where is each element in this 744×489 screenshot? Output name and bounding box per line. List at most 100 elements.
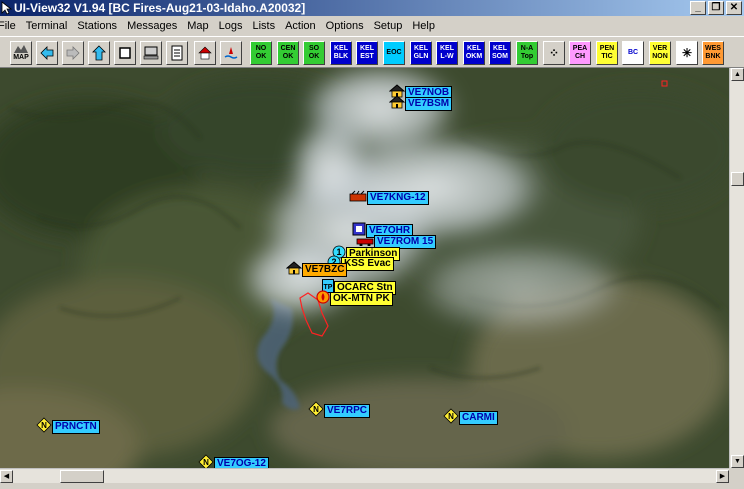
svg-text:N: N (41, 421, 47, 430)
stations-button[interactable] (194, 41, 216, 65)
toolbar-shortcut-button-18[interactable]: WES BNK (702, 41, 724, 65)
n-diamond-icon: N (36, 417, 52, 436)
scroll-right-icon[interactable]: ▶ (716, 470, 729, 483)
terminal-button[interactable] (140, 41, 162, 65)
dots-pattern-icon: ⁘ (548, 46, 560, 60)
back-button[interactable] (36, 41, 58, 65)
toolbar-shortcut-label: BC (627, 49, 639, 56)
station-ve7rpc[interactable]: N VE7RPC (308, 401, 371, 420)
horizontal-scroll-thumb[interactable] (60, 470, 104, 483)
menu-stations[interactable]: Stations (72, 16, 122, 36)
menu-messages[interactable]: Messages (122, 16, 182, 36)
forward-button[interactable] (62, 41, 84, 65)
toolbar-shortcut-button-2[interactable]: CEN OK (277, 41, 299, 65)
n-diamond-icon: N (308, 401, 324, 420)
horizontal-scrollbar[interactable]: ◀ ▶ (0, 468, 729, 483)
fire-icon (316, 290, 330, 307)
map-select-button[interactable]: MAP (10, 41, 32, 65)
station-label: OK-MTN PK (330, 291, 393, 306)
toolbar-shortcut-button-12[interactable]: ⁘ (543, 41, 565, 65)
toolbar-shortcut-button-1[interactable]: NO OK (250, 41, 272, 65)
tower-icon (349, 190, 367, 205)
toolbar-shortcut-button-4[interactable]: KEL BLK (330, 41, 352, 65)
station-ve7bsm[interactable]: VE7BSM (388, 95, 453, 112)
menu-lists[interactable]: Lists (247, 16, 280, 36)
minimize-button[interactable]: _ (690, 1, 706, 15)
cursor-arrow-icon (1, 1, 13, 15)
toolbar-shortcut-button-16[interactable]: VER NON (649, 41, 671, 65)
map-view[interactable]: VE7NOB VE7BSM VE7KNG-12 VE7OHR VE7ROM 15 1 Par… (0, 68, 729, 468)
toolbar-shortcut-label: KEL SOM (492, 45, 508, 60)
menu-help[interactable]: Help (407, 16, 440, 36)
scroll-left-icon[interactable]: ◀ (0, 470, 13, 483)
toolbar-shortcut-button-9[interactable]: KEL OKM (463, 41, 485, 65)
scroll-up-icon[interactable]: ▲ (731, 68, 744, 81)
menu-map[interactable]: Map (182, 16, 213, 36)
house-icon (388, 95, 406, 112)
square-icon (119, 47, 131, 59)
toolbar-shortcut-button-6[interactable]: EOC (383, 41, 405, 65)
station-ve7bzc[interactable]: VE7BZC (285, 261, 348, 278)
station-ve7og[interactable]: N VE7OG-12 (198, 454, 269, 468)
toolbar-shortcut-label: CEN OK (280, 45, 296, 60)
title-bar: UI-View32 V1.94 [BC Fires-Aug21-03-Idaho… (0, 0, 744, 16)
toolbar-shortcut-label: VER NON (652, 45, 668, 60)
window-button[interactable] (114, 41, 136, 65)
status-strip (0, 483, 744, 489)
toolbar-shortcut-button-8[interactable]: KEL L-W (436, 41, 458, 65)
toolbar-shortcut-button-13[interactable]: PEA CH (569, 41, 591, 65)
vertical-scrollbar[interactable]: ▲ ▼ (729, 68, 744, 468)
menu-bar: File Terminal Stations Messages Map Logs… (0, 16, 744, 36)
toolbar-shortcut-button-7[interactable]: KEL GLN (410, 41, 432, 65)
toolbar: MAP NO OK CEN OK SO OK KEL BLK KEL EST EOC KEL… (0, 36, 744, 68)
menu-options[interactable]: Options (321, 16, 369, 36)
station-label: VE7KNG-12 (367, 190, 429, 205)
menu-logs[interactable]: Logs (214, 16, 248, 36)
n-diamond-icon: N (443, 408, 459, 427)
toolbar-shortcut-button-11[interactable]: N-A Top (516, 41, 538, 65)
toolbar-shortcut-button-10[interactable]: KEL SOM (489, 41, 511, 65)
wx-button[interactable] (220, 41, 242, 65)
svg-text:N: N (313, 405, 319, 414)
station-ve7kng[interactable]: VE7KNG-12 (349, 190, 429, 205)
station-label: VE7RPC (324, 403, 371, 418)
n-diamond-icon: N (198, 454, 214, 468)
up-button[interactable] (88, 41, 110, 65)
station-label: CARMI (459, 410, 498, 425)
toolbar-shortcut-button-17[interactable]: ✳ (676, 41, 698, 65)
menu-action[interactable]: Action (280, 16, 321, 36)
toolbar-shortcut-label: KEL OKM (465, 45, 483, 60)
toolbar-shortcut-button-3[interactable]: SO OK (303, 41, 325, 65)
station-label: PRNCTN (52, 419, 100, 434)
arrow-right-icon (66, 46, 80, 60)
arrow-up-icon (92, 45, 106, 61)
station-label: VE7BZC (302, 262, 348, 277)
arrow-left-icon (40, 46, 54, 60)
menu-terminal[interactable]: Terminal (21, 16, 73, 36)
toolbar-shortcut-label: KEL EST (360, 45, 374, 60)
svg-text:N: N (203, 458, 209, 467)
computer-icon (143, 46, 159, 60)
toolbar-shortcut-button-15[interactable]: BC (622, 41, 644, 65)
toolbar-shortcut-button-14[interactable]: PEN TIC (596, 41, 618, 65)
toolbar-shortcut-label: NO OK (255, 45, 267, 60)
toolbar-shortcut-button-5[interactable]: KEL EST (356, 41, 378, 65)
map-icon (14, 45, 28, 53)
close-button[interactable]: ✕ (726, 1, 742, 15)
menu-file[interactable]: File (0, 16, 21, 36)
station-label: VE7OG-12 (214, 456, 269, 468)
house-icon (285, 261, 303, 278)
snowflake-icon: ✳ (681, 46, 693, 60)
svg-text:N: N (448, 412, 454, 421)
weather-icon (224, 47, 238, 59)
station-label: KSS Evac (341, 256, 394, 271)
station-label: VE7BSM (405, 96, 453, 111)
menu-setup[interactable]: Setup (369, 16, 408, 36)
maximize-button[interactable]: ❐ (708, 1, 724, 15)
list-button[interactable] (166, 41, 188, 65)
vertical-scroll-thumb[interactable] (731, 172, 744, 186)
station-carmi[interactable]: N CARMI (443, 408, 498, 427)
station-okmtn[interactable]: OK-MTN PK (316, 290, 393, 307)
scroll-down-icon[interactable]: ▼ (731, 455, 744, 468)
station-prnctn[interactable]: N PRNCTN (36, 417, 100, 436)
